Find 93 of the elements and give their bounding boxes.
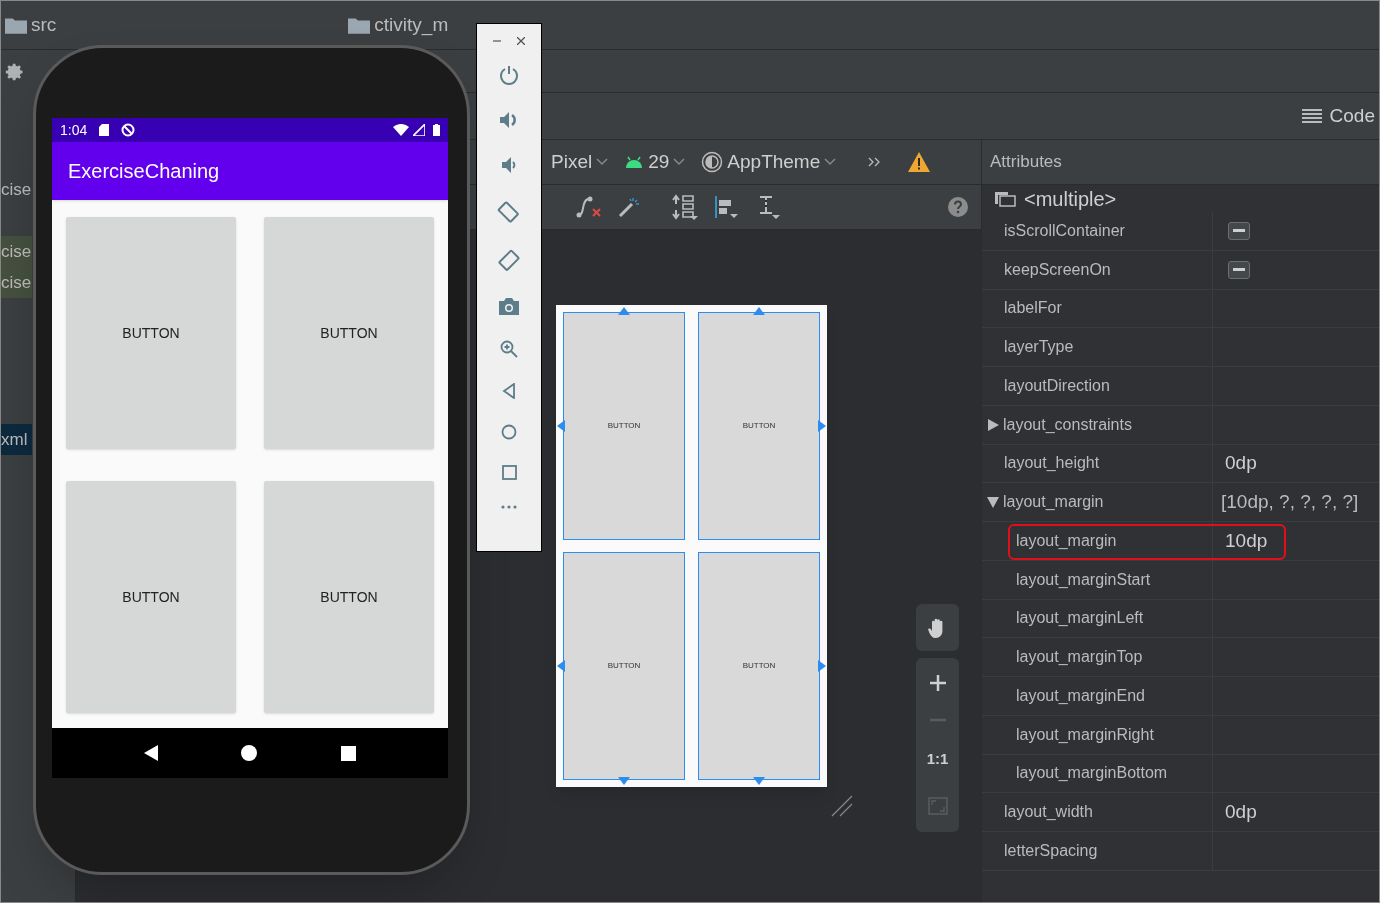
overview-icon[interactable] xyxy=(501,465,517,480)
collapse-arrow-icon[interactable] xyxy=(987,496,999,509)
expand-arrow-icon[interactable] xyxy=(987,418,999,431)
lines-icon xyxy=(1301,108,1322,124)
attribute-name: layout_marginRight xyxy=(1016,724,1154,745)
constraint-arrow-icon xyxy=(818,660,826,672)
volume-up-icon[interactable] xyxy=(499,110,519,130)
constraint-arrow-icon xyxy=(557,660,565,672)
app-button[interactable]: BUTTON xyxy=(264,481,434,713)
app-button[interactable]: BUTTON xyxy=(66,481,236,713)
constraint-arrow-icon xyxy=(618,777,630,785)
device-dropdown[interactable]: Pixel xyxy=(551,147,609,177)
attribute-name: layerType xyxy=(1004,337,1074,358)
attribute-value[interactable]: 0dp xyxy=(1221,797,1257,827)
attribute-name: layout_marginBottom xyxy=(1016,763,1168,784)
recents-icon[interactable] xyxy=(341,745,357,761)
attribute-name: layout_width xyxy=(1004,802,1093,823)
blueprint-button[interactable]: BUTTON xyxy=(698,552,820,780)
attribute-name: layout_constraints xyxy=(1003,414,1132,435)
selection-label: <multiple> xyxy=(1024,188,1117,209)
attribute-name: layout_margin xyxy=(1003,492,1104,513)
project-tree-item[interactable]: cise xyxy=(1,236,32,267)
attribute-name: labelFor xyxy=(1004,298,1062,319)
attribute-value[interactable]: [10dp, ?, ?, ?, ?] xyxy=(1221,487,1359,517)
zoom-in-icon[interactable] xyxy=(929,675,946,692)
theme-icon xyxy=(701,151,724,173)
double-chevron-icon[interactable] xyxy=(868,157,881,167)
status-time: 1:04 xyxy=(60,120,88,140)
no-sync-icon xyxy=(121,123,136,137)
rotate-right-icon[interactable] xyxy=(497,249,521,273)
zoom-reset-button[interactable]: 1:1 xyxy=(926,747,949,771)
attribute-name: layout_margin xyxy=(1016,530,1117,551)
checkbox[interactable] xyxy=(1228,260,1250,279)
attribute-value[interactable]: 0dp xyxy=(1221,449,1257,478)
project-tree-item[interactable]: cise xyxy=(1,174,32,205)
breadcrumb[interactable]: ctivity_m xyxy=(348,10,449,40)
resize-handle-icon[interactable] xyxy=(831,795,853,817)
blueprint-button[interactable]: BUTTON xyxy=(563,552,685,780)
align-icon[interactable] xyxy=(714,194,740,220)
power-icon[interactable] xyxy=(499,65,519,85)
volume-down-icon[interactable] xyxy=(501,155,517,175)
pan-button[interactable] xyxy=(916,604,959,651)
magic-wand-icon[interactable] xyxy=(618,196,640,218)
checkbox[interactable] xyxy=(1228,221,1250,240)
zoom-icon[interactable] xyxy=(500,340,518,358)
app-title: ExerciseChaning xyxy=(68,159,220,184)
sd-card-icon xyxy=(99,124,110,136)
more-icon[interactable] xyxy=(501,505,517,509)
multiple-selection-icon xyxy=(994,190,1016,207)
settings-icon[interactable] xyxy=(5,62,25,82)
attribute-name: layout_marginLeft xyxy=(1016,608,1144,629)
attribute-name: keepScreenOn xyxy=(1004,259,1111,280)
back-icon[interactable] xyxy=(143,745,158,761)
chevron-down-icon xyxy=(824,158,837,166)
constraint-arrow-icon xyxy=(557,420,565,432)
help-icon[interactable] xyxy=(948,197,968,217)
rotate-left-icon[interactable] xyxy=(497,200,521,224)
pack-icon[interactable] xyxy=(672,194,698,220)
project-tree-item[interactable]: xml xyxy=(1,424,32,455)
app-button[interactable]: BUTTON xyxy=(264,217,434,449)
attribute-name: layout_marginEnd xyxy=(1016,685,1145,706)
constraint-arrow-icon xyxy=(818,420,826,432)
attribute-name: layout_marginTop xyxy=(1016,647,1143,668)
theme-dropdown[interactable]: AppTheme xyxy=(701,147,837,177)
blueprint-button[interactable]: BUTTON xyxy=(563,312,685,540)
app-button[interactable]: BUTTON xyxy=(66,217,236,449)
attribute-value[interactable]: 10dp xyxy=(1221,526,1268,556)
battery-icon xyxy=(433,124,440,136)
blueprint-button[interactable]: BUTTON xyxy=(698,312,820,540)
panel-title: Attributes xyxy=(990,151,1062,174)
attribute-name: letterSpacing xyxy=(1004,840,1098,861)
constraint-arrow-icon xyxy=(618,307,630,315)
clear-constraints-icon[interactable] xyxy=(576,195,602,219)
close-icon[interactable] xyxy=(517,37,525,45)
camera-icon[interactable] xyxy=(499,298,519,315)
wifi-icon xyxy=(393,124,409,136)
attribute-name: layoutDirection xyxy=(1004,375,1110,396)
android-icon xyxy=(624,156,645,168)
project-tree-item[interactable]: cise xyxy=(1,267,32,298)
code-view-button[interactable]: Code xyxy=(1329,101,1375,131)
attribute-name: isScrollContainer xyxy=(1004,220,1125,241)
warning-icon[interactable] xyxy=(908,152,931,172)
signal-icon xyxy=(413,124,425,136)
constraint-arrow-icon xyxy=(753,777,765,785)
constraint-arrow-icon xyxy=(753,307,765,315)
chevron-down-icon xyxy=(673,158,686,166)
attribute-name: layout_height xyxy=(1004,453,1100,474)
breadcrumb[interactable]: src xyxy=(5,10,57,40)
attribute-name: layout_marginStart xyxy=(1016,569,1151,590)
chevron-down-icon xyxy=(596,158,609,166)
api-dropdown[interactable]: 29 xyxy=(624,147,686,177)
home-icon[interactable] xyxy=(241,745,258,761)
folder-icon xyxy=(5,16,27,34)
